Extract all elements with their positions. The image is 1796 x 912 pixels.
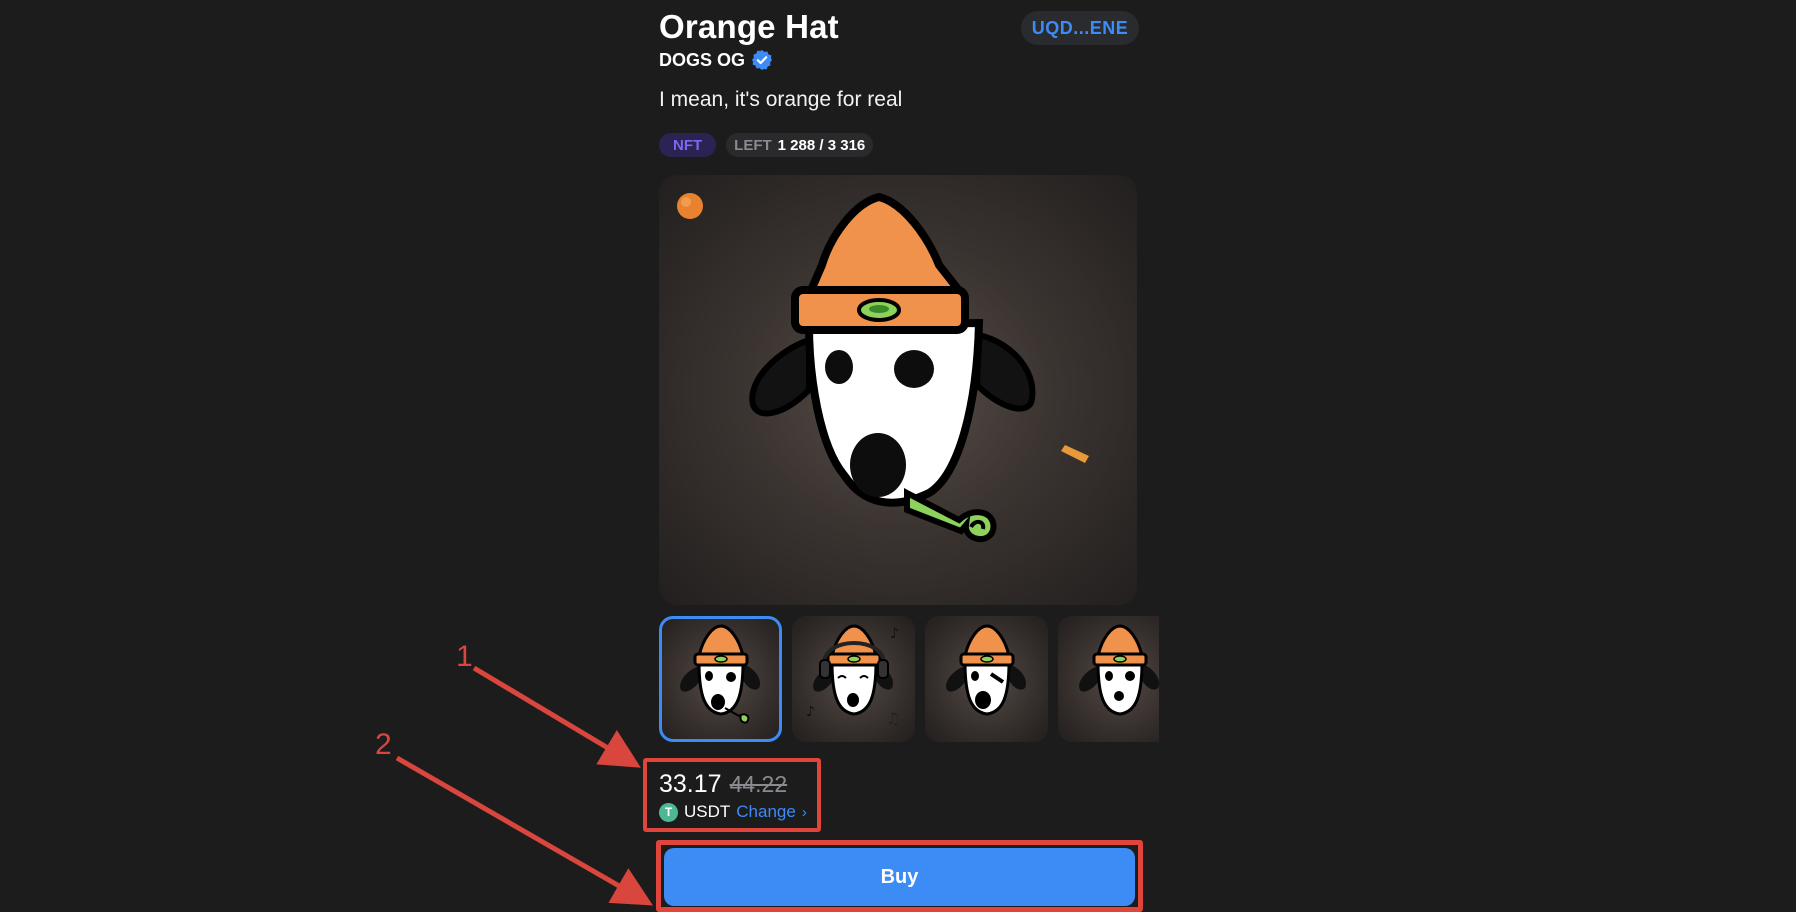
remaining-label: LEFT (734, 136, 772, 154)
svg-text:♫: ♫ (886, 709, 900, 728)
collection-label: DOGS OG (659, 49, 746, 70)
collection-name[interactable]: DOGS OG (659, 49, 773, 71)
remaining-value: 1 288 / 3 316 (777, 136, 866, 154)
annotation-number-2: 2 (375, 728, 392, 761)
price-display: 33.17 44.22 (659, 770, 787, 799)
dog-party-blower-thumb (680, 624, 761, 724)
currency-symbol: USDT (684, 802, 731, 821)
svg-text:♪: ♪ (890, 626, 899, 642)
chevron-right-icon[interactable]: › (802, 804, 807, 821)
change-currency-link[interactable]: Change (736, 802, 796, 822)
remaining-supply-badge: LEFT 1 288 / 3 316 (726, 133, 874, 157)
nft-badge: NFT (659, 133, 717, 157)
wallet-address-button[interactable]: UQD...ENE (1021, 11, 1139, 45)
thumbnail-carousel[interactable]: ♪ ♪ ♫ (659, 616, 1159, 742)
verified-check-icon (751, 49, 773, 71)
dog-surprised-thumb (946, 624, 1027, 716)
arrow-to-buy (395, 755, 653, 906)
main-nft-image (659, 175, 1137, 605)
buy-button[interactable]: Buy (664, 848, 1135, 906)
svg-text:♪: ♪ (806, 704, 815, 720)
thumbnail-plain[interactable] (1058, 616, 1159, 742)
currency-selector: T USDT Change › (659, 802, 807, 822)
item-title: Orange Hat (659, 8, 839, 45)
dog-orange-hat-illustration (677, 193, 1089, 542)
thumbnail-surprised[interactable] (925, 616, 1048, 742)
usdt-token-icon: T (659, 802, 678, 822)
badge-row: NFT LEFT 1 288 / 3 316 (659, 133, 874, 157)
annotation-number-1: 1 (456, 640, 473, 673)
arrow-to-price (472, 665, 641, 768)
thumbnail-party-blower[interactable] (659, 616, 782, 742)
item-description: I mean, it's orange for real (659, 88, 903, 111)
original-price: 44.22 (729, 771, 788, 797)
current-price: 33.17 (659, 770, 722, 798)
dog-plain-thumb (1079, 624, 1159, 716)
thumbnail-headphones[interactable]: ♪ ♪ ♫ (792, 616, 915, 742)
dog-headphones-thumb: ♪ ♪ ♫ (806, 624, 900, 728)
